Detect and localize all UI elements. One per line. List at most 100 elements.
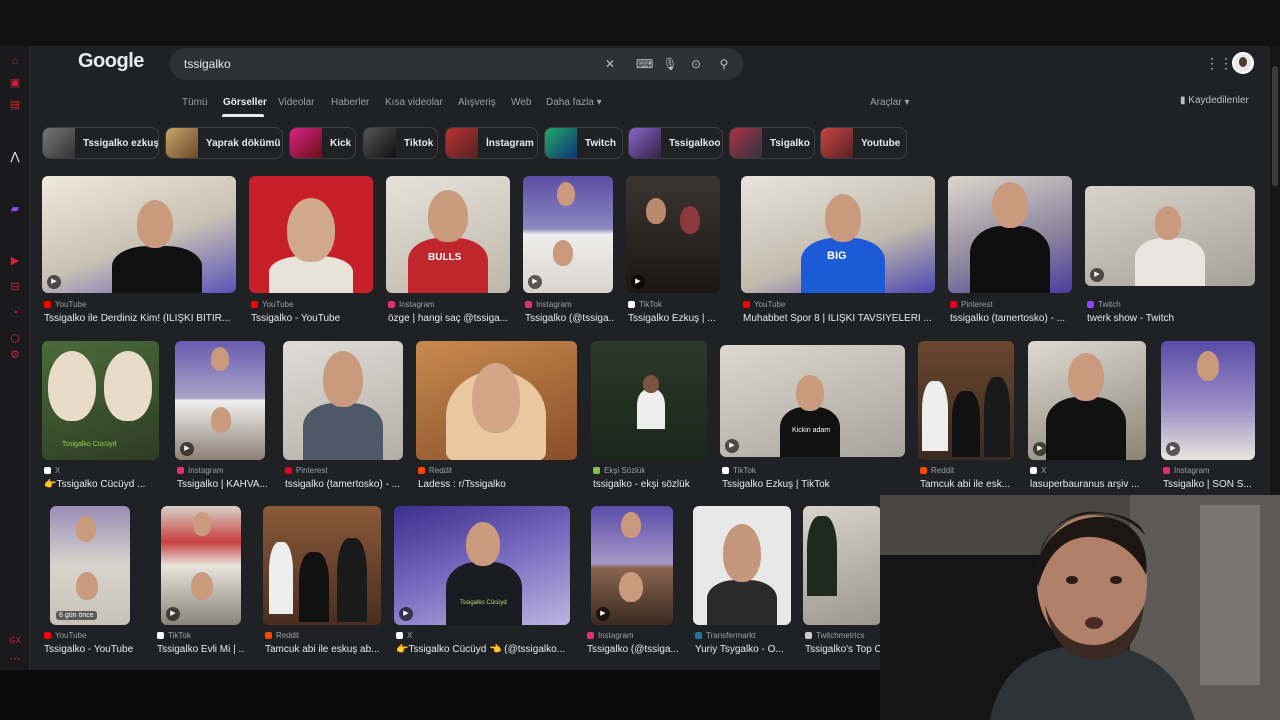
tab-news[interactable]: Haberler [331,97,369,108]
result-card[interactable]: BIG YouTube Muhabbet Spor 8 | İLİŞKİ TAV… [741,176,935,326]
instagram-icon [525,301,532,308]
result-card[interactable]: Reddit Tamcuk abi ile eskuş ab... [263,506,381,656]
tab-images[interactable]: Görseller [223,97,267,108]
keyboard-icon[interactable]: ⌨ [636,56,653,72]
result-card[interactable]: Ekşi Sözlük tssigalko - ekşi sözlük [591,341,707,491]
microphone-icon[interactable]: 🎙 [662,56,678,72]
tab-shopping[interactable]: Alışveriş [458,97,496,108]
settings-icon[interactable]: ⚙ [8,348,22,362]
result-card[interactable]: Pinterest tssigalko (tamertosko) - ... [283,341,403,491]
bookmark-icon[interactable]: ⊟ [8,280,22,294]
app-icon[interactable]: ⋀ [8,150,22,164]
result-source: Twitchmetrics [805,631,864,640]
result-title: Tssigalko (@tssiga... [587,644,679,655]
result-source: YouTube [251,300,293,309]
chip-twitch[interactable]: Twitch [544,127,623,159]
chip-instagram[interactable]: İnstagram [445,127,538,159]
search-input[interactable]: tssigalko [184,48,231,80]
result-source: Instagram [388,300,435,309]
bag-icon[interactable]: ⌂ [8,54,22,68]
chip-tssigalkoo[interactable]: Tssigalkoo [628,127,723,159]
play-icon[interactable]: ▶ [8,254,22,268]
result-card[interactable]: ▶ X lasuperbauranus arşiv ... [1028,341,1146,491]
result-card[interactable]: ▶ TikTok Tssigalko Ezkuş | ... [626,176,720,326]
clear-icon[interactable]: ✕ [602,56,618,72]
result-card[interactable]: Pinterest tssigalko (tamertosko) - ... [948,176,1072,326]
apps-grid-icon[interactable]: ⋮⋮⋮ [1205,55,1247,71]
face-shape [104,351,152,421]
search-box[interactable]: tssigalko ✕ ⌨ 🎙 ⊙ ⚲ [170,48,743,80]
tab-all[interactable]: Tümü [182,97,208,108]
result-card[interactable]: Reddit Tamcuk abi ile esk... [918,341,1014,491]
instagram-icon [177,467,184,474]
tab-web[interactable]: Web [511,97,531,108]
face-shape [211,347,229,371]
search-icon[interactable]: ⚲ [716,56,732,72]
scrollbar-thumb[interactable] [1272,66,1278,186]
chip-tsigalko[interactable]: Tsigalko [729,127,815,159]
result-thumbnail: BULLS [386,176,510,293]
pinterest-icon [285,467,292,474]
person-shape [269,542,293,614]
cube-icon[interactable]: ⬡ [8,332,22,346]
result-card[interactable]: ▶ Instagram Tssigalko (@tssiga... [523,176,615,326]
result-card[interactable]: Reddit Ladess : r/Tssigalko [416,341,577,491]
result-thumbnail: BIG [741,176,935,293]
result-card[interactable]: ▶ TikTok Tssigalko Evli Mi | ... [155,506,245,656]
tab-more[interactable]: Daha fazla ▾ [546,97,602,108]
result-card[interactable]: Kickin adam ▶ TikTok Tssigalko Ezkuş | T… [720,341,905,491]
result-source: Pinterest [950,300,993,309]
chip-ezkus[interactable]: Tssigalko ezkuş [42,127,159,159]
chip-tiktok[interactable]: Tiktok [363,127,438,159]
result-card[interactable]: Twitchmetrics Tssigalko's Top C... [803,506,885,656]
play-icon: ▶ [47,275,61,289]
more-icon[interactable]: ⋯ [8,652,22,666]
top-black-bar [0,0,1280,46]
tab-videos[interactable]: Videolar [278,97,315,108]
result-source: X [1030,466,1046,475]
chip-yaprak-dokumu[interactable]: Yaprak dökümü [165,127,283,159]
result-source: Reddit [418,466,452,475]
result-card[interactable]: ▶ Instagram Tssigalko | SON S... [1161,341,1255,491]
tab-short-videos[interactable]: Kısa videolar [385,97,443,108]
avatar[interactable] [1232,52,1254,74]
tools-button[interactable]: Araçlar ▾ [870,97,909,108]
result-title: Tamcuk abi ile eskuş ab... [265,644,380,655]
gx-icon[interactable]: GX [8,634,22,648]
result-title: özge | hangi saç @tssiga... [388,313,509,324]
result-source: TikTok [722,466,756,475]
chip-label: İnstagram [486,137,534,149]
face-shape [193,512,211,536]
chip-kick[interactable]: Kick [289,127,356,159]
face-shape [619,572,643,602]
saved-button[interactable]: ▮ Kaydedilenler [1180,95,1249,106]
result-card[interactable]: Tssigalko Cücüyd X 👉Tssigalko Cücüyd ... [42,341,159,491]
x-icon [44,467,51,474]
mail-icon[interactable]: ▤ [8,98,22,112]
result-card[interactable]: ▶ YouTube Tssigalko ile Derdiniz Kim! (İ… [42,176,236,326]
result-title: Tssigalko's Top C... [805,644,885,655]
result-card[interactable]: BULLS Instagram özge | hangi saç @tssiga… [386,176,510,326]
face-shape [137,200,173,248]
twitch-icon[interactable]: ▰ [8,202,22,216]
clock-icon[interactable]: ◔ [8,306,22,320]
chip-youtube[interactable]: Youtube [820,127,907,159]
lens-icon[interactable]: ⊙ [688,56,704,72]
youtube-icon [251,301,258,308]
result-card[interactable]: 6 gün önce YouTube Tssigalko - YouTube [42,506,133,656]
face-shape [472,363,520,433]
result-card[interactable]: Tssigalko Cücüyd ▶ X 👉Tssigalko Cücüyd 👈… [394,506,570,656]
messenger-icon[interactable]: ▣ [8,76,22,90]
result-card[interactable]: ▶ Twitch twerk show - Twitch [1085,176,1255,326]
face-shape [992,182,1028,228]
result-card[interactable]: ▶ Instagram Tssigalko (@tssiga... [585,506,681,656]
person-shape [337,538,367,622]
result-thumbnail [249,176,373,293]
result-card[interactable]: YouTube Tssigalko - YouTube [249,176,373,326]
person-shape [299,552,329,622]
google-logo[interactable]: Google [78,50,144,73]
webcam-overlay [880,495,1280,720]
result-source: X [44,466,60,475]
result-card[interactable]: ▶ Instagram Tssigalko | KAHVA... [175,341,267,491]
result-card[interactable]: Transfermarkt Yuriy Tsygalko - O... [693,506,791,656]
